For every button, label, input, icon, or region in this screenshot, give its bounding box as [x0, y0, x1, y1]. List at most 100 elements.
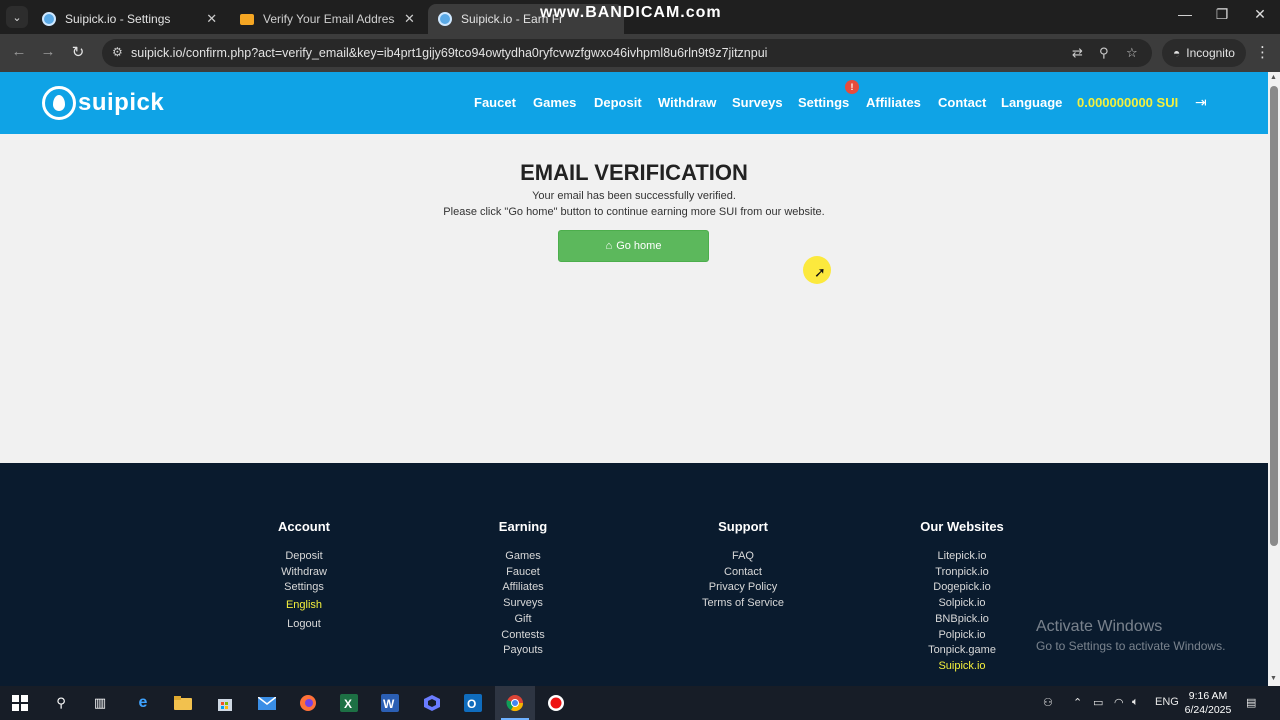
suipick-favicon-icon — [438, 12, 452, 26]
file-explorer-icon[interactable] — [172, 693, 194, 713]
search-icon[interactable]: ⚲ — [50, 693, 72, 713]
footer-language-english[interactable]: English — [219, 598, 389, 614]
footer-link-tronpick[interactable]: Tronpick.io — [877, 565, 1047, 581]
nav-language[interactable]: Language — [1001, 95, 1062, 110]
scroll-thumb[interactable] — [1270, 86, 1278, 546]
scroll-up-icon[interactable]: ▲ — [1270, 74, 1277, 81]
maximize-icon[interactable]: ❐ — [1207, 6, 1237, 23]
footer-link-withdraw[interactable]: Withdraw — [219, 565, 389, 581]
close-icon[interactable]: ✕ — [403, 11, 416, 27]
activate-windows-watermark: Activate Windows Go to Settings to activ… — [1036, 618, 1225, 653]
footer-link-affiliates[interactable]: Affiliates — [438, 580, 608, 596]
bandicam-record-icon[interactable] — [545, 693, 567, 713]
nav-withdraw[interactable]: Withdraw — [658, 95, 716, 110]
success-message: Your email has been successfully verifie… — [532, 190, 736, 202]
reload-icon[interactable]: ↻ — [68, 43, 88, 61]
nav-affiliates[interactable]: Affiliates — [866, 95, 921, 110]
nav-deposit[interactable]: Deposit — [594, 95, 642, 110]
edge-icon[interactable]: e — [132, 693, 154, 713]
tab-title: Verify Your Email Address - Tem — [263, 12, 395, 26]
footer-heading: Support — [718, 519, 768, 534]
logout-icon[interactable]: ⇥ — [1195, 94, 1207, 111]
taskbar-clock[interactable]: 9:16 AM 6/24/2025 — [1180, 689, 1236, 717]
browser-menu-icon[interactable]: ⋮ — [1255, 43, 1270, 61]
logo-text: suipick — [78, 89, 165, 116]
footer-link-polpick[interactable]: Polpick.io — [877, 628, 1047, 644]
settings-alert-badge: ! — [845, 80, 859, 94]
footer-link-tonpick[interactable]: Tonpick.game — [877, 643, 1047, 659]
bookmark-star-icon[interactable]: ☆ — [1126, 45, 1138, 61]
footer-link-litepick[interactable]: Litepick.io — [877, 549, 1047, 565]
page-viewport: suipick Faucet Games Deposit Withdraw Su… — [0, 72, 1268, 686]
forward-arrow-icon[interactable]: → — [38, 43, 58, 60]
excel-icon[interactable]: X — [338, 693, 360, 713]
mail-icon[interactable] — [256, 693, 278, 713]
word-icon[interactable]: W — [379, 693, 401, 713]
footer-support-column: Support FAQ Contact Privacy Policy Terms… — [658, 519, 828, 612]
tab-title: Suipick.io - Settings — [65, 12, 171, 26]
footer-link-contests[interactable]: Contests — [438, 628, 608, 644]
task-view-icon[interactable]: ▥ — [89, 693, 111, 713]
wifi-icon[interactable]: ◠ — [1114, 696, 1124, 709]
page-scrollbar[interactable]: ▲ ▼ — [1268, 72, 1280, 686]
mouse-pointer-icon: ➚ — [814, 264, 826, 280]
footer-link-contact[interactable]: Contact — [658, 565, 828, 581]
battery-icon[interactable]: ▭ — [1093, 696, 1103, 709]
zoom-icon[interactable]: ⚲ — [1099, 45, 1109, 61]
people-icon[interactable]: ⚇ — [1043, 696, 1053, 709]
site-info-icon[interactable]: ⚙ — [112, 45, 123, 59]
go-home-button[interactable]: ⌂ Go home — [558, 230, 709, 262]
footer-link-logout[interactable]: Logout — [219, 617, 389, 633]
input-language[interactable]: ENG — [1155, 696, 1179, 708]
footer-link-bnbpick[interactable]: BNBpick.io — [877, 612, 1047, 628]
back-arrow-icon[interactable]: ← — [9, 43, 29, 60]
outlook-icon[interactable]: O — [462, 693, 484, 713]
translate-icon[interactable]: ⇄ — [1072, 45, 1083, 61]
windows-taskbar: ⚲ ▥ e X W O ⚇ ⌃ ▭ ◠ 🔈︎ ENG 9:16 AM 6/24/… — [0, 686, 1280, 720]
nav-games[interactable]: Games — [533, 95, 576, 110]
firefox-icon[interactable] — [297, 693, 319, 713]
store-icon[interactable] — [214, 693, 236, 713]
nav-settings[interactable]: Settings — [798, 95, 849, 110]
footer-link-games[interactable]: Games — [438, 549, 608, 565]
site-logo[interactable]: suipick — [42, 86, 164, 120]
footer-link-surveys[interactable]: Surveys — [438, 596, 608, 612]
copilot-icon[interactable] — [421, 693, 443, 713]
footer-link-deposit[interactable]: Deposit — [219, 549, 389, 565]
tab-search-button[interactable]: ⌄ — [6, 6, 28, 28]
footer-earning-column: Earning Games Faucet Affiliates Surveys … — [438, 519, 608, 659]
scroll-down-icon[interactable]: ▼ — [1270, 675, 1277, 682]
nav-faucet[interactable]: Faucet — [474, 95, 516, 110]
footer-link-suipick[interactable]: Suipick.io — [877, 659, 1047, 675]
mail-favicon-icon — [240, 13, 254, 25]
nav-surveys[interactable]: Surveys — [732, 95, 783, 110]
svg-text:W: W — [383, 697, 395, 711]
close-icon[interactable]: ✕ — [205, 11, 218, 27]
incognito-icon: ◓ — [1173, 46, 1181, 60]
nav-contact[interactable]: Contact — [938, 95, 986, 110]
tray-overflow-icon[interactable]: ⌃ — [1073, 696, 1082, 709]
url-text[interactable]: suipick.io/confirm.php?act=verify_email&… — [131, 46, 767, 60]
footer-link-privacy[interactable]: Privacy Policy — [658, 580, 828, 596]
address-bar[interactable]: ⚙ suipick.io/confirm.php?act=verify_emai… — [102, 39, 1152, 67]
footer-link-payouts[interactable]: Payouts — [438, 643, 608, 659]
suipick-favicon-icon — [42, 12, 56, 26]
chrome-icon[interactable] — [504, 693, 526, 713]
windows-start-icon[interactable] — [9, 693, 31, 713]
footer-link-faucet[interactable]: Faucet — [438, 565, 608, 581]
volume-icon[interactable]: 🔈︎ — [1132, 696, 1139, 709]
tab-verify-email[interactable]: Verify Your Email Address - Tem ✕ — [230, 4, 426, 34]
footer-link-faq[interactable]: FAQ — [658, 549, 828, 565]
minimize-icon[interactable]: — — [1170, 6, 1200, 22]
tab-settings[interactable]: Suipick.io - Settings ✕ — [32, 4, 228, 34]
incognito-indicator[interactable]: ◓ Incognito — [1162, 39, 1246, 67]
footer-link-settings[interactable]: Settings — [219, 580, 389, 596]
incognito-label: Incognito — [1186, 46, 1235, 60]
footer-link-dogepick[interactable]: Dogepick.io — [877, 580, 1047, 596]
notification-center-icon[interactable]: ▤ — [1246, 696, 1256, 709]
footer-link-gift[interactable]: Gift — [438, 612, 608, 628]
clock-time: 9:16 AM — [1188, 690, 1228, 702]
footer-link-solpick[interactable]: Solpick.io — [877, 596, 1047, 612]
footer-link-terms[interactable]: Terms of Service — [658, 596, 828, 612]
window-close-icon[interactable]: ✕ — [1245, 6, 1275, 23]
